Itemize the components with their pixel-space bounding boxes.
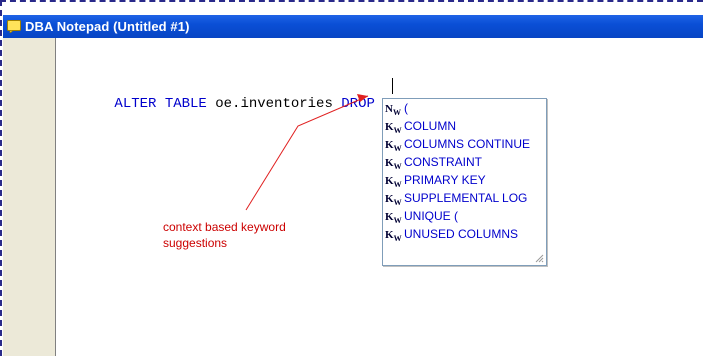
- code-editor[interactable]: ALTER TABLE oe.inventories DROP NW( KW CO…: [56, 38, 703, 356]
- title-bar[interactable]: DBA Notepad (Untitled #1): [3, 15, 703, 38]
- annotation-arrow-icon: [245, 94, 369, 211]
- note-icon: [7, 20, 21, 33]
- window-title: DBA Notepad (Untitled #1): [25, 19, 190, 34]
- screenshot-frame: DBA Notepad (Untitled #1) ALTER TABLE oe…: [0, 0, 703, 356]
- dashed-border-top: [0, 0, 703, 2]
- dashed-border-left: [0, 0, 2, 356]
- line-gutter: [3, 38, 56, 356]
